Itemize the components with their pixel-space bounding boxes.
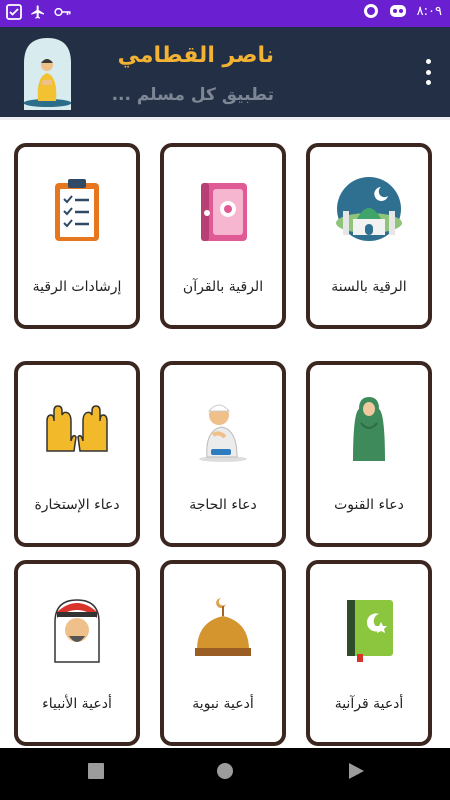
card-label: الرقية بالسنة <box>331 278 407 295</box>
raised-hands-icon <box>46 405 108 452</box>
key-icon <box>54 7 71 17</box>
card-istikhara-dua[interactable]: دعاء الإستخارة <box>14 361 140 547</box>
app-title: ناصر القطامي <box>117 43 274 68</box>
card-label: دعاء الحاجة <box>189 496 257 513</box>
airplane-icon <box>31 5 44 19</box>
card-label: الرقية بالقرآن <box>182 278 264 295</box>
clipboard-checklist-icon <box>55 179 99 241</box>
card-ruqyah-quran[interactable]: الرقية بالقرآن <box>160 143 286 329</box>
praying-boy-icon <box>199 404 247 462</box>
app-bar: ناصر القطامي تطبيق كل مسلم ... <box>0 27 450 117</box>
vpn-icon <box>363 4 378 18</box>
circle-icon[interactable] <box>216 762 234 780</box>
card-ruqyah-guidance[interactable]: إرشادات الرقية <box>14 143 140 329</box>
game-icon <box>389 5 406 17</box>
green-quran-icon <box>347 600 393 662</box>
notification-icon <box>6 4 22 20</box>
dome-crescent-icon <box>195 598 251 656</box>
card-ruqyah-sunnah[interactable]: الرقية بالسنة <box>306 143 432 329</box>
card-label: أدعية الأنبياء <box>42 695 112 712</box>
praying-woman-icon <box>353 397 385 461</box>
card-qunut-dua[interactable]: دعاء القنوت <box>306 361 432 547</box>
card-label: أدعية قرآنية <box>334 695 404 712</box>
arab-man-icon <box>54 599 100 663</box>
card-label: دعاء القنوت <box>334 496 404 513</box>
status-time: ٨:٠٩ <box>416 3 442 19</box>
card-prophets-duas[interactable]: أدعية الأنبياء <box>14 560 140 746</box>
app-subtitle: تطبيق كل مسلم ... <box>111 85 274 105</box>
app-logo-praying-man-icon <box>23 38 72 110</box>
card-label: دعاء الإستخارة <box>34 496 120 513</box>
card-quranic-duas[interactable]: أدعية قرآنية <box>306 560 432 746</box>
card-prophetic-duas[interactable]: أدعية نبوية <box>160 560 286 746</box>
card-label: أدعية نبوية <box>192 695 254 712</box>
more-vert-icon[interactable] <box>422 59 434 85</box>
status-bar: ٨:٠٩ <box>0 0 450 27</box>
system-nav-bar <box>0 748 450 800</box>
mosque-icon <box>336 177 402 241</box>
square-icon[interactable] <box>87 762 105 780</box>
header-divider <box>0 117 450 120</box>
card-hajah-dua[interactable]: دعاء الحاجة <box>160 361 286 547</box>
quran-book-icon <box>201 183 247 241</box>
card-label: إرشادات الرقية <box>32 278 122 295</box>
triangle-icon[interactable] <box>347 762 365 780</box>
